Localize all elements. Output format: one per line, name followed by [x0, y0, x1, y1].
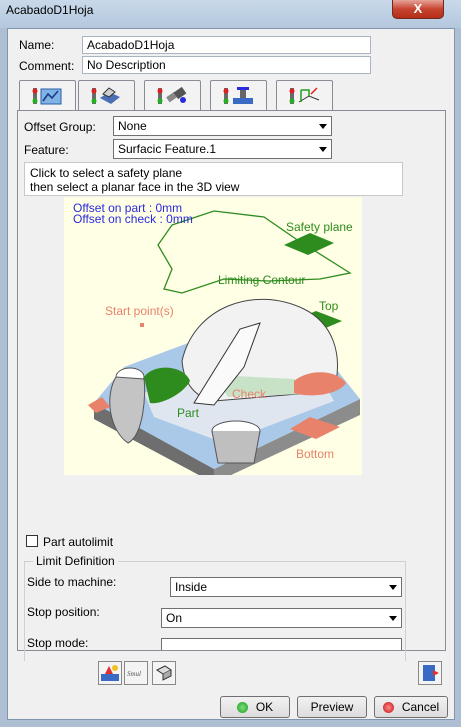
side-to-machine-label: Side to machine:: [27, 575, 117, 589]
limiting-contour-label[interactable]: Limiting Contour: [218, 273, 305, 287]
offset-on-check-label[interactable]: Offset on check : 0mm: [73, 212, 193, 226]
top-label[interactable]: Top: [319, 299, 338, 313]
ok-label: OK: [255, 700, 274, 714]
replay-tool-path-button[interactable]: [98, 661, 122, 685]
start-point-label[interactable]: Start point(s): [105, 304, 174, 318]
title-bar: AcabadoD1Hoja X: [0, 0, 461, 28]
replay-tool-path-icon: [101, 665, 119, 681]
start-point-marker[interactable]: [140, 323, 144, 327]
cancel-icon: [382, 702, 394, 713]
side-to-machine-value: Inside: [175, 580, 208, 594]
cancel-button[interactable]: Cancel: [374, 696, 448, 718]
check-label[interactable]: Check: [232, 387, 266, 401]
stop-position-select[interactable]: On: [161, 608, 402, 628]
ok-icon: [236, 702, 248, 713]
tab-macros[interactable]: [276, 80, 333, 110]
name-label: Name:: [19, 38, 55, 52]
close-button[interactable]: X: [392, 0, 444, 19]
offset-group-select[interactable]: None: [113, 116, 332, 136]
tab-strategy[interactable]: [19, 80, 76, 110]
display-options-icon: [156, 665, 172, 681]
stop-mode-row: Stop mode:: [24, 636, 408, 650]
simulation-button[interactable]: Smul: [124, 661, 148, 685]
svg-text:Smul: Smul: [127, 670, 141, 678]
ok-button[interactable]: OK: [220, 696, 290, 718]
safety-plane-label[interactable]: Safety plane: [286, 220, 353, 234]
hint-line-1: Click to select a safety plane: [30, 166, 183, 180]
preview-button[interactable]: Preview: [297, 696, 367, 718]
offset-group-label: Offset Group:: [24, 120, 96, 134]
bottom-label[interactable]: Bottom: [296, 447, 334, 461]
window-title: AcabadoD1Hoja: [6, 3, 94, 17]
feature-label: Feature:: [24, 143, 69, 157]
macros-tab-icon: [289, 87, 320, 104]
cancel-label: Cancel: [401, 700, 440, 714]
selection-hint: Click to select a safety plane then sele…: [24, 162, 403, 196]
report-icon: [423, 665, 439, 681]
stop-mode-select[interactable]: [161, 638, 402, 650]
part-label[interactable]: Part: [177, 406, 199, 420]
chevron-down-icon: [319, 147, 327, 152]
part-autolimit-checkbox[interactable]: [26, 535, 38, 547]
chevron-down-icon: [389, 585, 397, 590]
tab-geometry[interactable]: [78, 80, 135, 111]
stop-position-value: On: [166, 611, 183, 625]
feature-value: Surfacic Feature.1: [118, 142, 217, 156]
part-autolimit-label: Part autolimit: [43, 535, 114, 549]
limit-definition-legend: Limit Definition: [33, 554, 118, 568]
display-options-button[interactable]: [152, 661, 176, 685]
comment-field[interactable]: No Description: [82, 56, 371, 74]
preview-label: Preview: [310, 700, 354, 714]
chevron-down-icon: [389, 616, 397, 621]
side-to-machine-select[interactable]: Inside: [170, 577, 402, 597]
chevron-down-icon: [319, 124, 327, 129]
hint-line-2: then select a planar face in the 3D view: [30, 180, 240, 194]
tab-feeds-speeds[interactable]: [210, 80, 267, 110]
feature-select[interactable]: Surfacic Feature.1: [113, 139, 332, 159]
name-field[interactable]: AcabadoD1Hoja: [82, 36, 371, 54]
offset-group-value: None: [118, 119, 147, 133]
comment-label: Comment:: [19, 59, 75, 73]
stop-position-label: Stop position:: [27, 605, 100, 619]
tool-tab-icon: [157, 86, 187, 104]
report-button[interactable]: [418, 661, 442, 685]
part-illustration: [88, 210, 360, 483]
geometry-tab-icon: [91, 87, 120, 104]
stop-mode-label: Stop mode:: [27, 636, 89, 650]
geometry-diagram[interactable]: Offset on part : 0mm Offset on check : 0…: [64, 197, 362, 483]
tab-tool[interactable]: [144, 80, 201, 110]
simulation-icon: Smul: [127, 670, 141, 678]
strategy-tab-icon: [32, 88, 62, 105]
feeds-speeds-tab-icon: [223, 87, 253, 104]
